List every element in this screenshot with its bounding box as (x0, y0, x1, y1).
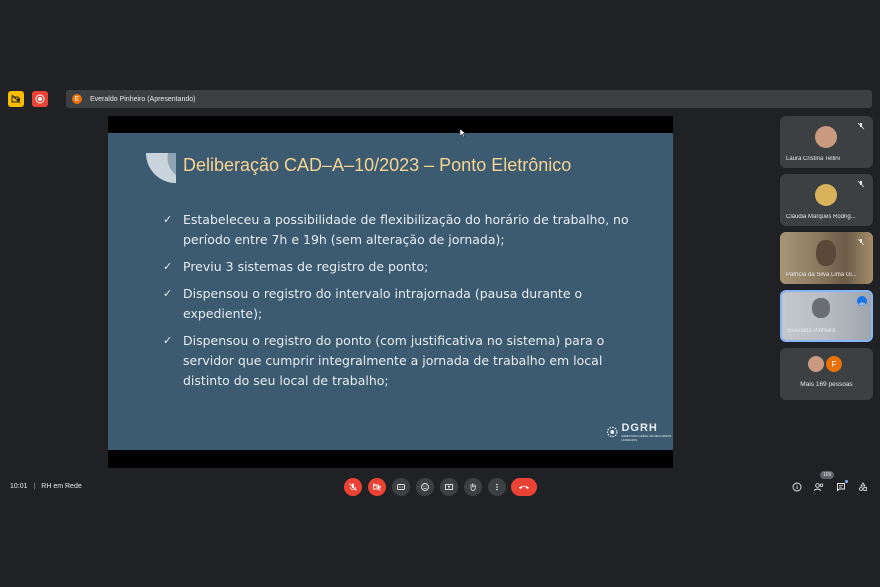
list-item: ✓ Dispensou o registro do intervalo intra… (163, 286, 583, 321)
phone-hangup-icon (519, 485, 529, 489)
mic-off-icon (349, 483, 357, 491)
check-icon: ✓ (163, 334, 173, 347)
slide-decoration-icon (146, 153, 176, 183)
participant-count-badge: 169 (820, 471, 835, 479)
shared-screen: Deliberação CAD–A–10/2023 – Ponto Eletrô… (108, 116, 673, 468)
more-participants-tile[interactable]: F Mais 169 pessoas (780, 348, 873, 400)
no-camera-icon[interactable] (8, 91, 24, 107)
participant-name: Everaldo Pinheiro (788, 328, 836, 334)
presentation-slide: Deliberação CAD–A–10/2023 – Ponto Eletrô… (108, 133, 673, 450)
presenter-label: Everaldo Pinheiro (Apresentando) (90, 95, 196, 103)
people-button[interactable] (812, 480, 826, 494)
camera-off-icon (373, 483, 381, 491)
participant-tile[interactable]: Patrícia da Silva Lima Gi... (780, 232, 873, 284)
avatar (816, 240, 836, 266)
mic-off-icon (857, 180, 867, 190)
mic-off-button[interactable] (344, 478, 362, 496)
info-button[interactable] (790, 480, 804, 494)
slide-title: Deliberação CAD–A–10/2023 – Ponto Eletrô… (183, 155, 572, 175)
participant-name: Cláudia Marques Rodrig... (786, 214, 856, 220)
logo-text: DGRH (621, 422, 658, 434)
participant-tile[interactable]: Everaldo Pinheiro (780, 290, 873, 342)
avatar-initial: F (826, 356, 842, 372)
captions-icon (397, 484, 405, 490)
more-vert-icon (496, 483, 498, 491)
info-icon (792, 482, 802, 492)
mouse-cursor-icon (460, 129, 466, 137)
end-call-button[interactable] (511, 478, 537, 496)
activities-icon (859, 482, 868, 491)
mic-off-icon (857, 238, 867, 248)
bottom-bar: 10:01 | RH em Rede 169 (0, 471, 880, 498)
list-item: ✓ Dispensou o registro do ponto (com just… (163, 333, 605, 388)
list-item: ✓ Previu 3 sistemas de registro de ponto; (163, 257, 633, 277)
dgrh-logo: DGRH DIRETORIA GERAL DE RECURSOS HUMANOS (606, 422, 673, 442)
more-people-label: Mais 169 pessoas (800, 381, 853, 388)
speaking-icon (857, 296, 867, 306)
activities-button[interactable] (856, 480, 870, 494)
emoji-icon (421, 483, 429, 491)
chat-icon (837, 483, 845, 492)
record-icon[interactable] (32, 91, 48, 107)
logo-icon (606, 426, 618, 438)
presenter-avatar: E (72, 94, 82, 104)
present-icon (445, 484, 453, 490)
meeting-name: RH em Rede (41, 483, 82, 490)
chat-button[interactable] (834, 480, 848, 494)
top-bar: E Everaldo Pinheiro (Apresentando) (8, 90, 872, 108)
emoji-button[interactable] (416, 478, 434, 496)
avatar (815, 126, 837, 148)
participant-tile[interactable]: Cláudia Marques Rodrig... (780, 174, 873, 226)
presenter-bar: E Everaldo Pinheiro (Apresentando) (66, 90, 872, 108)
avatar (812, 298, 830, 318)
people-icon (813, 483, 824, 491)
participant-tile[interactable]: Laura Cristina Tellini (780, 116, 873, 168)
hand-icon (470, 483, 476, 491)
mic-off-icon (857, 122, 867, 132)
logo-subtext: DIRETORIA GERAL DE RECURSOS HUMANOS (621, 434, 672, 442)
camera-off-button[interactable] (368, 478, 386, 496)
check-icon: ✓ (163, 260, 173, 273)
check-icon: ✓ (163, 213, 173, 226)
list-item: ✓ Estabeleceu a possibilidade de flexibil… (163, 212, 629, 247)
notification-dot (845, 480, 848, 483)
participant-name: Laura Cristina Tellini (786, 156, 840, 162)
present-button[interactable] (440, 478, 458, 496)
avatar (808, 356, 824, 372)
captions-button[interactable] (392, 478, 410, 496)
clock-time: 10:01 (10, 483, 28, 490)
more-options-button[interactable] (488, 478, 506, 496)
raise-hand-button[interactable] (464, 478, 482, 496)
avatar (815, 184, 837, 206)
slide-bullets: ✓ Estabeleceu a possibilidade de flexibil… (163, 210, 633, 398)
participant-name: Patrícia da Silva Lima Gi... (786, 272, 857, 278)
check-icon: ✓ (163, 287, 173, 300)
meeting-info: 10:01 | RH em Rede (10, 483, 82, 490)
